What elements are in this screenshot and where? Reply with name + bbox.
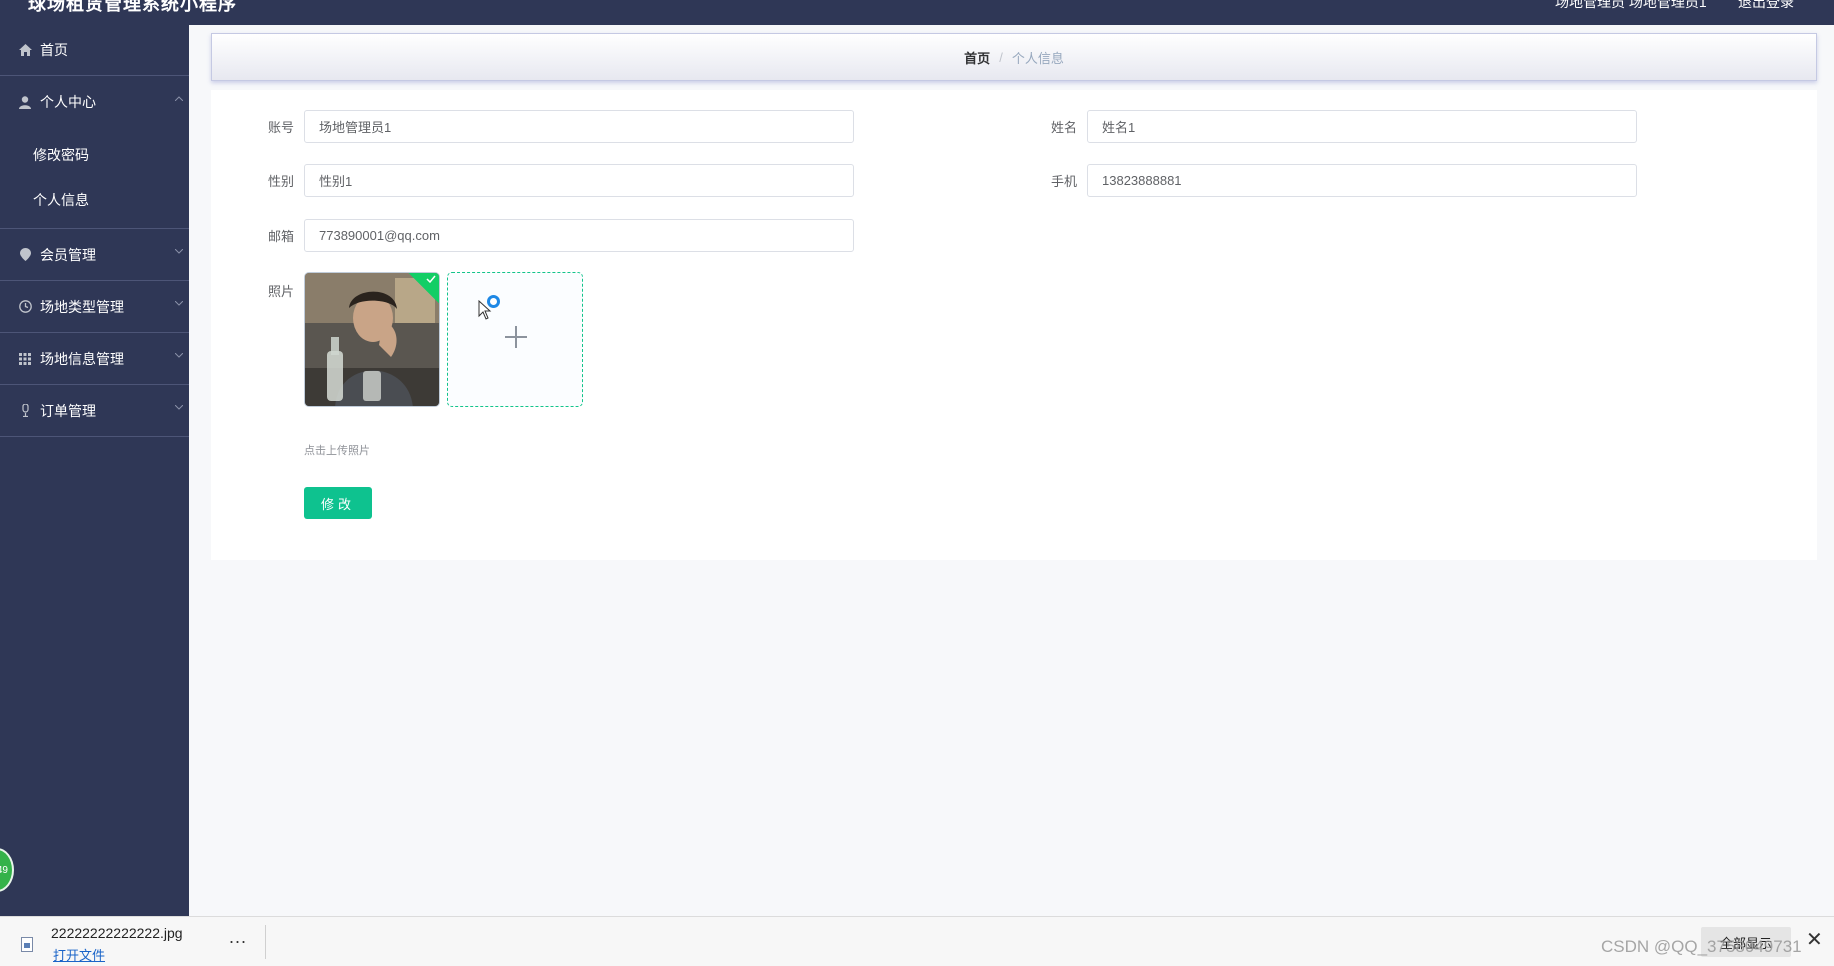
chevron-down-icon (174, 404, 184, 412)
download-bar: 22222222222222.jpg 打开文件 ... 全部显示 ✕ (0, 916, 1834, 966)
upload-tip: 点击上传照片 (304, 445, 370, 457)
email-value: 773890001@qq.com (319, 228, 440, 243)
app-title: 球场租赁管理系统小程序 (28, 0, 237, 14)
grid-icon (18, 352, 32, 366)
phone-label: 手机 (1050, 174, 1077, 189)
plus-icon-vertical (515, 326, 517, 348)
email-field[interactable]: 773890001@qq.com (304, 219, 854, 252)
sidebar: 首页 个人中心 修改密码 个人信息 会员管理 场地类型管理 场地信息管理 订单管… (0, 25, 189, 916)
sidebar-item-home[interactable]: 首页 (0, 25, 189, 76)
sidebar-item-order-management[interactable]: 订单管理 (0, 385, 189, 437)
gender-field[interactable]: 性别1 (304, 164, 854, 197)
account-field[interactable]: 场地管理员1 (304, 110, 854, 143)
email-label: 邮箱 (267, 229, 294, 244)
personal-info-form: 账号 场地管理员1 姓名 姓名1 性别 性别1 手机 13823888881 邮… (211, 90, 1817, 560)
chevron-down-icon (174, 300, 184, 308)
uploaded-photo-thumbnail[interactable] (304, 272, 440, 407)
more-options-button[interactable]: ... (229, 927, 247, 948)
open-file-link[interactable]: 打开文件 (53, 945, 105, 964)
close-download-bar-button[interactable]: ✕ (1806, 927, 1823, 952)
sidebar-item-venue-type-management[interactable]: 场地类型管理 (0, 281, 189, 333)
photo-image (305, 273, 439, 406)
sidebar-item-label: 订单管理 (40, 402, 96, 419)
gender-label: 性别 (267, 174, 294, 189)
gender-value: 性别1 (319, 174, 353, 189)
loading-spinner-icon (487, 295, 500, 308)
sidebar-item-label: 场地类型管理 (40, 298, 124, 315)
download-file-name[interactable]: 22222222222222.jpg (51, 925, 183, 941)
chevron-down-icon (174, 248, 184, 256)
sidebar-item-label: 场地信息管理 (40, 350, 124, 367)
name-label: 姓名 (1050, 120, 1077, 135)
phone-value: 13823888881 (1102, 173, 1182, 188)
user-info: 场地管理员 场地管理员1 (1555, 0, 1707, 10)
sidebar-item-change-password[interactable]: 修改密码 (0, 132, 189, 177)
logout-link[interactable]: 退出登录 (1738, 0, 1794, 12)
personal-center-submenu: 修改密码 个人信息 (0, 128, 189, 229)
chevron-up-icon (174, 95, 184, 103)
pin-icon (18, 248, 32, 262)
sidebar-item-label: 会员管理 (40, 246, 96, 263)
breadcrumb-separator: / (999, 49, 1003, 65)
watermark: CSDN @QQ_3758049731 (1601, 937, 1802, 956)
top-header: 球场租赁管理系统小程序 场地管理员 场地管理员1 退出登录 (0, 0, 1834, 25)
account-value: 场地管理员1 (319, 120, 392, 135)
check-icon (426, 275, 436, 286)
photo-label: 照片 (267, 284, 294, 299)
name-value: 姓名1 (1102, 120, 1136, 135)
sidebar-item-label: 首页 (40, 42, 68, 58)
sidebar-item-venue-info-management[interactable]: 场地信息管理 (0, 333, 189, 385)
name-field[interactable]: 姓名1 (1087, 110, 1637, 143)
breadcrumb-current: 个人信息 (1011, 50, 1064, 66)
chevron-down-icon (174, 352, 184, 360)
breadcrumb-home[interactable]: 首页 (964, 48, 990, 67)
phone-field[interactable]: 13823888881 (1087, 164, 1637, 197)
clock-icon (18, 300, 32, 314)
image-file-icon (21, 937, 33, 952)
sidebar-item-personal-info[interactable]: 个人信息 (0, 177, 189, 222)
breadcrumb: 首页 / 个人信息 (211, 33, 1817, 81)
user-icon (18, 95, 32, 109)
divider (265, 925, 266, 959)
sidebar-item-member-management[interactable]: 会员管理 (0, 229, 189, 281)
photo-upload-button[interactable] (447, 272, 583, 407)
sidebar-item-label: 个人中心 (40, 94, 96, 110)
home-icon (18, 43, 32, 57)
mic-icon (18, 404, 32, 418)
submit-button[interactable]: 修改 (304, 487, 372, 519)
sidebar-item-personal-center[interactable]: 个人中心 (0, 76, 189, 128)
account-label: 账号 (267, 120, 294, 135)
